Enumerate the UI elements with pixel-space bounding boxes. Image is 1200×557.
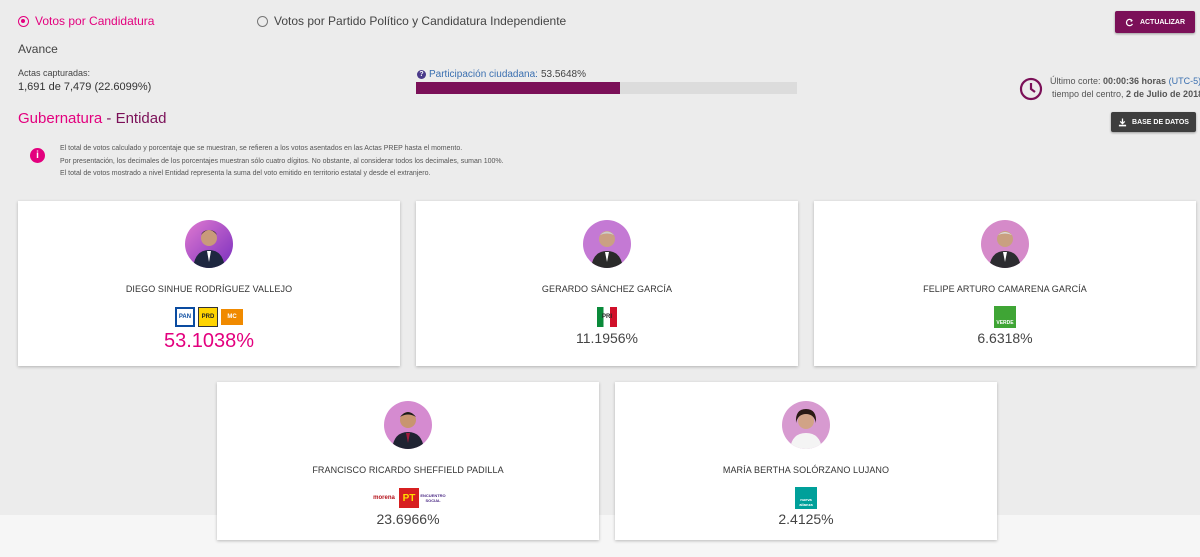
corte-date-line: tiempo del centro, 2 de Julio de 2018 [1052, 89, 1200, 99]
tab-votos-candidatura[interactable]: Votos por Candidatura [18, 14, 154, 28]
candidate-photo [583, 220, 631, 268]
refresh-icon [1125, 18, 1133, 26]
actualizar-label: ACTUALIZAR [1139, 18, 1186, 26]
party-logos: morena PT ENCUENTRO SOCIAL [372, 487, 446, 509]
base-de-datos-button[interactable]: BASE DE DATOS [1111, 112, 1196, 132]
note-line: El total de votos calculado y porcentaje… [60, 145, 463, 152]
info-notes: El total de votos calculado y porcentaje… [60, 143, 504, 181]
page-footer-area [0, 515, 1200, 557]
candidate-name: GERARDO SÁNCHEZ GARCÍA [541, 284, 673, 294]
actas-count: 1,691 de 7,479 [18, 81, 92, 93]
corte-line2-prefix: tiempo del centro, [1052, 89, 1127, 99]
mc-logo-icon: MC [221, 309, 243, 325]
pt-logo-icon: PT [399, 488, 419, 508]
party-logos: nueva alianza [795, 487, 817, 509]
candidate-percentage: 53.1038% [163, 330, 255, 352]
candidate-photo [981, 220, 1029, 268]
tab-label: Votos por Partido Político y Candidatura… [274, 14, 567, 28]
corte-time: 00:00:36 horas [1103, 76, 1167, 86]
prd-logo-icon: PRD [198, 307, 218, 327]
party-logos: PRI [597, 306, 617, 328]
participacion-progress-fill [416, 82, 621, 94]
party-logos: VERDE [994, 306, 1016, 328]
corte-prefix: Último corte: [1050, 76, 1104, 86]
candidate-name: FRANCISCO RICARDO SHEFFIELD PADILLA [312, 465, 504, 475]
ultimo-corte: Último corte: 00:00:36 horas (UTC-5) [1050, 76, 1200, 86]
candidate-name: DIEGO SINHUE RODRÍGUEZ VALLEJO [125, 284, 293, 294]
candidate-percentage: 2.4125% [778, 511, 834, 527]
candidate-photo [782, 401, 830, 449]
morena-logo-icon: morena [373, 495, 395, 501]
tab-votos-partido[interactable]: Votos por Partido Político y Candidatura… [257, 14, 566, 28]
participacion-progress-bar [416, 82, 797, 94]
candidate-name: MARÍA BERTHA SOLÓRZANO LUJANO [722, 465, 890, 475]
radio-selected-icon [18, 15, 29, 27]
page-title: Gubernatura - Entidad [18, 110, 166, 127]
pan-logo-icon: PAN [175, 307, 195, 327]
actas-value: 1,691 de 7,479 (22.6099%) [18, 81, 151, 93]
participacion-value: 53.5648% [540, 69, 587, 80]
candidate-photo [185, 220, 233, 268]
candidate-percentage: 11.1956% [575, 330, 638, 346]
participacion-label: Participación ciudadana: [429, 69, 538, 80]
base-de-datos-label: BASE DE DATOS [1132, 118, 1189, 126]
clock-icon [1019, 77, 1043, 101]
actualizar-button[interactable]: ACTUALIZAR [1115, 11, 1195, 33]
candidate-card[interactable]: FRANCISCO RICARDO SHEFFIELD PADILLA more… [217, 382, 599, 540]
actas-percent: (22.6099%) [94, 81, 152, 93]
help-icon[interactable]: ? [417, 70, 426, 79]
note-line: El total de votos mostrado a nivel Entid… [60, 170, 431, 177]
candidate-percentage: 6.6318% [977, 330, 1033, 346]
download-icon [1118, 117, 1127, 126]
candidate-card[interactable]: MARÍA BERTHA SOLÓRZANO LUJANO nueva alia… [615, 382, 997, 540]
title-entidad: Entidad [115, 110, 167, 127]
participacion-header: ? Participación ciudadana: 53.5648% [417, 69, 586, 80]
party-logos: PAN PRD MC [175, 306, 243, 328]
nueva-alianza-logo-icon: nueva alianza [795, 487, 817, 509]
note-line: Por presentación, los decimales de los p… [60, 157, 504, 165]
candidate-card[interactable]: GERARDO SÁNCHEZ GARCÍA PRI 11.1956% [416, 201, 798, 366]
tab-label: Votos por Candidatura [35, 14, 155, 28]
corte-timezone: (UTC-5) [1168, 76, 1200, 86]
avance-heading: Avance [18, 42, 58, 56]
pri-logo-icon: PRI [597, 307, 617, 327]
candidate-name: FELIPE ARTURO CAMARENA GARCÍA [923, 284, 1087, 294]
radio-unselected-icon [257, 15, 268, 27]
candidate-photo [384, 401, 432, 449]
actas-label: Actas capturadas: [18, 68, 91, 78]
corte-date: 2 de Julio de 2018 [1126, 89, 1200, 99]
candidate-card[interactable]: DIEGO SINHUE RODRÍGUEZ VALLEJO PAN PRD M… [18, 201, 400, 366]
title-gubernatura: Gubernatura [18, 110, 103, 127]
info-icon: i [30, 148, 45, 163]
candidate-card[interactable]: FELIPE ARTURO CAMARENA GARCÍA VERDE 6.63… [814, 201, 1196, 366]
encuentro-social-logo-icon: ENCUENTRO SOCIAL [420, 493, 446, 503]
verde-logo-icon: VERDE [994, 306, 1016, 328]
title-separator: - [102, 110, 116, 127]
candidate-percentage: 23.6966% [376, 511, 440, 527]
